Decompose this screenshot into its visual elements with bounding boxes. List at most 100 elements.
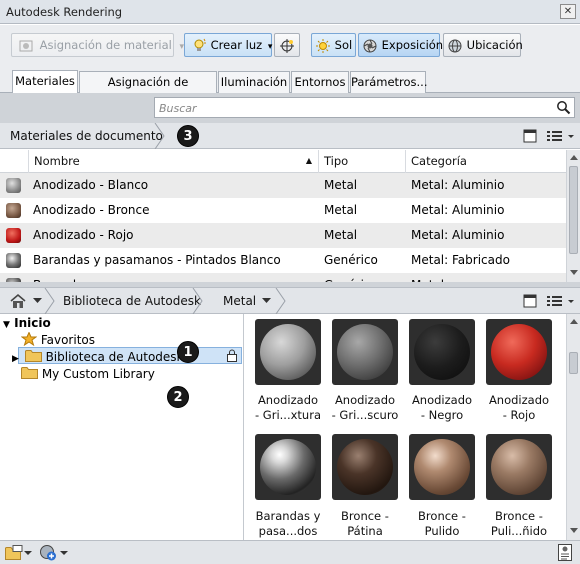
tree-item-home[interactable]: ▼ Inicio — [3, 316, 51, 330]
expand-icon[interactable]: ▶ — [12, 354, 19, 364]
tab-materials[interactable]: Materiales — [12, 70, 78, 93]
label-line: Pulido — [424, 524, 460, 538]
cell-name: Anodizado - Bronce — [33, 203, 150, 217]
material-editor-icon[interactable] — [558, 544, 572, 561]
sun-icon — [316, 38, 330, 53]
cell-name: Anodizado - Rojo — [33, 228, 134, 242]
callout-badge-2: 2 — [167, 386, 189, 408]
column-header-name[interactable]: Nombre ▲ — [28, 150, 318, 173]
tree-custom-library-label: My Custom Library — [41, 367, 155, 381]
thumbnail-image[interactable] — [486, 319, 552, 385]
assign-material-button[interactable]: Asignación de material ▾ — [11, 33, 184, 57]
globe-icon — [448, 39, 462, 52]
sun-button[interactable]: Sol — [311, 33, 356, 57]
material-sphere — [260, 439, 316, 495]
create-material-icon[interactable] — [39, 544, 57, 561]
chevron-down-icon[interactable] — [24, 551, 32, 556]
tab-material-assignment[interactable]: Asignación de materiales — [79, 71, 217, 110]
list-view-options-icon[interactable] — [546, 129, 576, 143]
scroll-thumb[interactable] — [569, 166, 578, 254]
cell-type: Metal — [324, 178, 358, 192]
scroll-down-icon[interactable] — [570, 528, 578, 534]
cell-category: Metal: Aluminio — [411, 178, 505, 192]
list-view-options-icon[interactable] — [546, 294, 576, 308]
thumbnail-label[interactable]: Anodizado - Gri...scuro — [327, 393, 403, 423]
callout-badge-1: 1 — [177, 341, 199, 363]
thumbnail-label[interactable]: Anodizado - Negro — [404, 393, 480, 423]
tab-lighting[interactable]: Iluminación — [218, 71, 290, 93]
breadcrumb-metal[interactable]: Metal — [223, 294, 256, 308]
thumbnails-scrollbar[interactable] — [566, 314, 580, 540]
table-row[interactable]: Anodizado - Bronce Metal Metal: Aluminio — [0, 198, 566, 223]
chevron-down-icon[interactable] — [33, 298, 42, 304]
table-row[interactable]: Barandas y pasamanos - Pintados Blanco G… — [0, 248, 566, 273]
tab-bar: Materiales Asignación de materiales Ilum… — [0, 69, 580, 110]
collapse-icon[interactable]: ▼ — [3, 320, 10, 330]
column-header-type[interactable]: Tipo — [318, 150, 405, 173]
exposure-button[interactable]: Exposición — [358, 33, 443, 57]
material-sphere — [491, 439, 547, 495]
create-light-button[interactable]: Crear luz ▾ — [184, 33, 272, 57]
document-materials-label[interactable]: Materiales de documento — [10, 129, 163, 143]
scroll-thumb[interactable] — [569, 352, 578, 374]
scroll-down-icon[interactable] — [570, 270, 578, 276]
breadcrumb-autodesk-library[interactable]: Biblioteca de Autodesk — [63, 294, 201, 308]
thumbnail-image[interactable] — [486, 434, 552, 500]
library-tree: ▼ Inicio Favoritos ▶ Biblioteca de Autod… — [0, 314, 244, 540]
thumbnail-image[interactable] — [255, 319, 321, 385]
thumbnail-image[interactable] — [332, 434, 398, 500]
library-folder-icon[interactable] — [5, 545, 23, 560]
tree-item-favorites[interactable]: Favoritos — [20, 331, 95, 347]
breadcrumb-separator-icon — [44, 288, 55, 314]
column-name-label: Nombre — [34, 154, 80, 168]
thumbnail-view-icon[interactable] — [523, 294, 537, 308]
label-line: Bronce - — [418, 509, 466, 523]
search-icon[interactable] — [556, 100, 571, 115]
search-input[interactable] — [159, 100, 549, 116]
cell-name: Barandas y pasamanos - Pintados Blanco — [33, 253, 281, 267]
thumbnail-image[interactable] — [409, 434, 475, 500]
label-line: - Gri...xtura — [255, 408, 321, 422]
thumbnail-label[interactable]: Bronce - Puli...ñido — [481, 509, 557, 539]
tab-environments[interactable]: Entornos — [291, 71, 349, 93]
folder-icon — [24, 350, 42, 362]
cell-type: Metal — [324, 228, 358, 242]
location-label: Ubicación — [466, 38, 523, 52]
cell-type: Genérico — [324, 273, 378, 282]
home-icon[interactable] — [9, 293, 27, 309]
chevron-down-icon[interactable] — [262, 298, 271, 304]
thumbnail-label[interactable]: Bronce - Pátina — [327, 509, 403, 539]
column-header-category[interactable]: Categoría — [405, 150, 566, 173]
table-row[interactable]: Anodizado - Rojo Metal Metal: Aluminio — [0, 223, 566, 248]
table-row[interactable]: Barandas y pasamanos - ... Genérico Meta… — [0, 273, 566, 282]
tree-favorites-label: Favoritos — [40, 333, 95, 347]
light-target-button[interactable] — [274, 33, 300, 57]
star-icon — [20, 331, 38, 347]
label-line: Pátina — [347, 524, 383, 538]
thumbnail-view-icon[interactable] — [523, 129, 537, 143]
thumbnail-label[interactable]: Barandas y pasa...dos — [250, 509, 326, 539]
material-sphere — [414, 324, 470, 380]
tree-item-custom-library[interactable]: My Custom Library — [21, 366, 155, 381]
material-sphere — [337, 439, 393, 495]
thumbnail-label[interactable]: Bronce - Pulido — [404, 509, 480, 539]
tab-parameters[interactable]: Parámetros... — [350, 71, 428, 93]
thumbnail-image[interactable] — [332, 319, 398, 385]
material-sphere — [491, 324, 547, 380]
label-line: Barandas y — [255, 509, 321, 523]
cell-type: Genérico — [324, 253, 378, 267]
thumbnail-image[interactable] — [409, 319, 475, 385]
close-button[interactable]: ✕ — [560, 4, 576, 19]
scroll-up-icon[interactable] — [570, 318, 578, 324]
location-button[interactable]: Ubicación — [443, 33, 523, 57]
thumbnail-label[interactable]: Anodizado - Gri...xtura — [250, 393, 326, 423]
table-row[interactable]: Anodizado - Blanco Metal Metal: Aluminio — [0, 173, 566, 198]
breadcrumb-separator-icon — [154, 123, 165, 149]
thumbnail-label[interactable]: Anodizado - Rojo — [481, 393, 557, 423]
scroll-up-icon[interactable] — [570, 154, 578, 160]
thumbnail-image[interactable] — [255, 434, 321, 500]
chevron-down-icon[interactable] — [60, 551, 68, 556]
grid-scrollbar[interactable] — [566, 150, 580, 282]
label-line: - Negro — [420, 408, 464, 422]
tree-item-autodesk-library-content[interactable]: ▶ Biblioteca de Autodesk — [12, 349, 184, 364]
